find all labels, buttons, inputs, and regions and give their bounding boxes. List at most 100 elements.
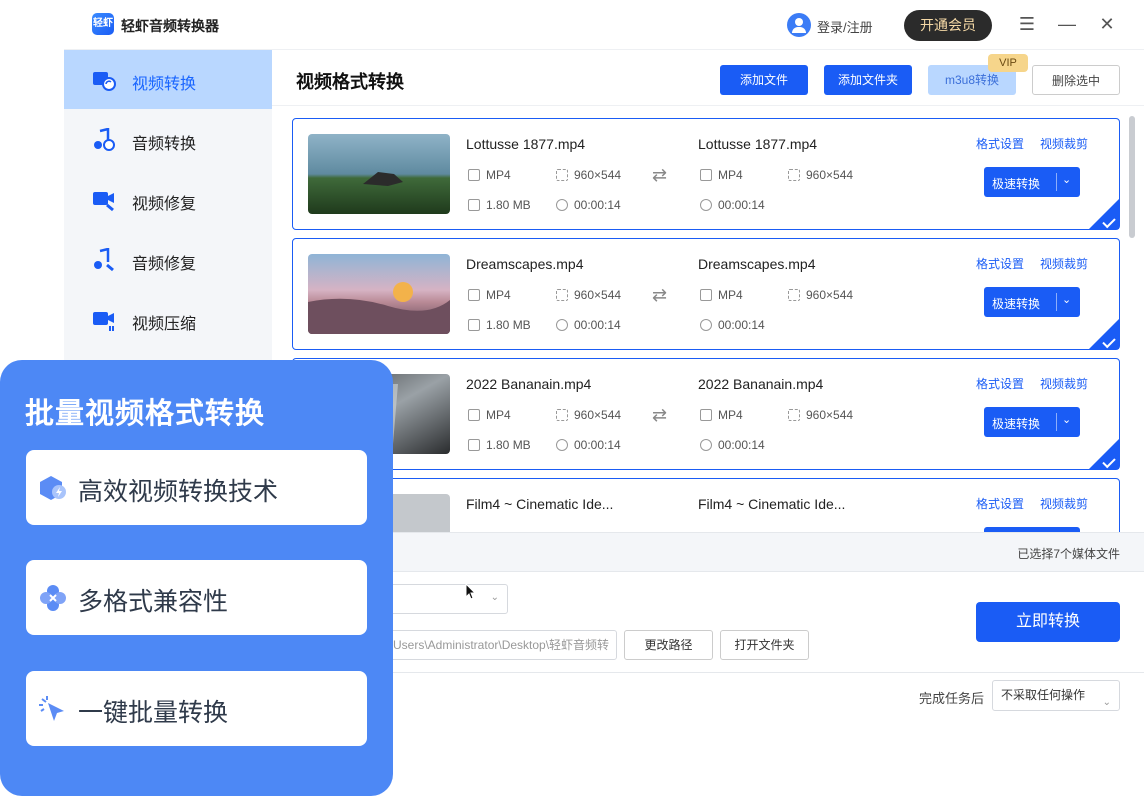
chevron-down-icon: ⌄ bbox=[490, 592, 499, 603]
source-file-name: 2022 Bananain.mp4 bbox=[466, 376, 592, 392]
file-card[interactable]: Dreamscapes.mp4 MP4 960×544 1.80 MB 00:0… bbox=[292, 238, 1120, 350]
divider bbox=[272, 672, 1144, 673]
audio-repair-icon bbox=[94, 248, 114, 272]
format-settings-link[interactable]: 格式设置 bbox=[976, 255, 1024, 272]
output-resolution: 960×544 bbox=[788, 408, 853, 422]
source-file-name: Lottusse 1877.mp4 bbox=[466, 136, 586, 152]
video-convert-icon bbox=[93, 72, 116, 91]
minimize-icon[interactable]: — bbox=[1057, 14, 1077, 34]
app-logo-icon: 轻虾 bbox=[92, 13, 114, 35]
output-path-field[interactable]: Users\Administrator\Desktop\轻虾音频转 bbox=[380, 630, 617, 660]
file-card[interactable]: 2022 Bananain.mp4 MP4 960×544 1.80 MB 00… bbox=[292, 358, 1120, 470]
app-name: 轻虾音频转换器 bbox=[121, 18, 219, 34]
output-duration: 00:00:14 bbox=[700, 318, 765, 332]
feature-card: 多格式兼容性 bbox=[26, 560, 367, 635]
after-task-label: 完成任务后 bbox=[919, 691, 985, 706]
sidebar-item-video-compress[interactable]: 视频压缩 bbox=[64, 290, 272, 349]
output-file-name: Dreamscapes.mp4 bbox=[698, 256, 816, 272]
change-path-button[interactable]: 更改路径 bbox=[624, 630, 713, 660]
file-card[interactable]: Lottusse 1877.mp4 MP4 960×544 1.80 MB 00… bbox=[292, 118, 1120, 230]
chevron-down-icon: ⌄ bbox=[1062, 294, 1072, 306]
list-scrollbar[interactable] bbox=[1129, 116, 1135, 238]
sidebar-item-label: 视频修复 bbox=[132, 196, 197, 213]
after-task-select[interactable]: 不采取任何操作 ⌄ bbox=[992, 680, 1120, 711]
page-title: 视频格式转换 bbox=[296, 72, 404, 92]
sidebar-item-audio-repair[interactable]: 音频修复 bbox=[64, 230, 272, 289]
source-format: MP4 bbox=[468, 168, 511, 182]
mouse-cursor-icon bbox=[465, 583, 477, 600]
sidebar-item-audio-convert[interactable]: 音频转换 bbox=[64, 110, 272, 169]
feature-label: 高效视频转换技术 bbox=[78, 478, 279, 506]
output-resolution: 960×544 bbox=[788, 168, 853, 182]
sidebar-item-video-repair[interactable]: 视频修复 bbox=[64, 170, 272, 229]
vip-badge: VIP bbox=[988, 54, 1028, 72]
clover-icon bbox=[40, 585, 66, 611]
feature-card: 高效视频转换技术 bbox=[26, 450, 367, 525]
close-icon[interactable]: ✕ bbox=[1097, 14, 1117, 34]
format-settings-link[interactable]: 格式设置 bbox=[976, 375, 1024, 392]
add-file-button[interactable]: 添加文件 bbox=[720, 65, 808, 95]
source-file-name: Dreamscapes.mp4 bbox=[466, 256, 584, 272]
hexagon-lightning-icon bbox=[40, 476, 66, 500]
source-resolution: 960×544 bbox=[556, 408, 621, 422]
output-format-select[interactable]: ⌄ bbox=[380, 584, 508, 614]
login-link[interactable]: 登录/注册 bbox=[817, 17, 873, 36]
delete-selected-button[interactable]: 删除选中 bbox=[1032, 65, 1120, 95]
output-format: MP4 bbox=[700, 288, 743, 302]
file-list: Lottusse 1877.mp4 MP4 960×544 1.80 MB 00… bbox=[272, 106, 1144, 532]
source-format: MP4 bbox=[468, 288, 511, 302]
sidebar-item-label: 音频转换 bbox=[132, 136, 197, 153]
source-duration: 00:00:14 bbox=[556, 438, 621, 452]
video-thumbnail bbox=[308, 134, 450, 214]
sidebar-item-label: 音频修复 bbox=[132, 256, 197, 273]
fast-convert-button[interactable]: 极速转换 ⌄ bbox=[984, 167, 1080, 197]
feature-label: 多格式兼容性 bbox=[78, 588, 229, 616]
convert-now-button[interactable]: 立即转换 bbox=[976, 602, 1120, 642]
source-duration: 00:00:14 bbox=[556, 318, 621, 332]
source-format: MP4 bbox=[468, 408, 511, 422]
click-cursor-icon bbox=[39, 696, 64, 721]
fast-convert-button[interactable]: 极速转换 ⌄ bbox=[984, 287, 1080, 317]
format-settings-link[interactable]: 格式设置 bbox=[976, 495, 1024, 512]
menu-icon[interactable]: ☰ bbox=[1017, 14, 1037, 34]
output-file-name: Lottusse 1877.mp4 bbox=[698, 136, 818, 152]
selected-count-text: 已选择7个媒体文件 bbox=[1017, 547, 1120, 561]
output-format: MP4 bbox=[700, 168, 743, 182]
output-format: MP4 bbox=[700, 408, 743, 422]
video-crop-link[interactable]: 视频裁剪 bbox=[1040, 495, 1088, 512]
video-crop-link[interactable]: 视频裁剪 bbox=[1040, 135, 1088, 152]
source-resolution: 960×544 bbox=[556, 168, 621, 182]
sidebar-item-label: 视频压缩 bbox=[132, 316, 197, 333]
fast-convert-button[interactable]: 极速转换 ⌄ bbox=[984, 407, 1080, 437]
chevron-down-icon: ⌄ bbox=[1062, 174, 1072, 186]
source-resolution: 960×544 bbox=[556, 288, 621, 302]
source-size: 1.80 MB bbox=[468, 438, 531, 452]
add-folder-button[interactable]: 添加文件夹 bbox=[824, 65, 912, 95]
shuffle-icon: ⇄ bbox=[652, 285, 668, 305]
title-bar: 轻虾 轻虾音频转换器 登录/注册 开通会员 ☰ — ✕ bbox=[64, 0, 1144, 50]
source-duration: 00:00:14 bbox=[556, 198, 621, 212]
output-file-name: 2022 Bananain.mp4 bbox=[698, 376, 824, 392]
chevron-down-icon: ⌄ bbox=[1062, 414, 1072, 426]
sidebar-item-video-convert[interactable]: 视频转换 bbox=[64, 50, 272, 109]
video-crop-link[interactable]: 视频裁剪 bbox=[1040, 375, 1088, 392]
output-file-name: Film4 ~ Cinematic Ide... bbox=[698, 496, 846, 512]
promo-panel: 批量视频格式转换 高效视频转换技术 多格式兼容性 一键批量转换 bbox=[0, 360, 393, 796]
status-bar: 已选择7个媒体文件 bbox=[272, 532, 1144, 572]
format-settings-link[interactable]: 格式设置 bbox=[976, 135, 1024, 152]
source-file-name: Film4 ~ Cinematic Ide... bbox=[466, 496, 614, 512]
promo-title: 批量视频格式转换 bbox=[25, 398, 266, 430]
open-vip-button[interactable]: 开通会员 bbox=[904, 10, 992, 41]
audio-convert-icon bbox=[94, 128, 115, 151]
source-size: 1.80 MB bbox=[468, 198, 531, 212]
user-avatar-icon[interactable] bbox=[787, 13, 811, 37]
feature-card: 一键批量转换 bbox=[26, 671, 367, 746]
feature-label: 一键批量转换 bbox=[78, 699, 229, 727]
video-crop-link[interactable]: 视频裁剪 bbox=[1040, 255, 1088, 272]
open-folder-button[interactable]: 打开文件夹 bbox=[720, 630, 809, 660]
file-card[interactable]: Film4 ~ Cinematic Ide... Film4 ~ Cinemat… bbox=[292, 478, 1120, 532]
video-thumbnail bbox=[308, 254, 450, 334]
output-duration: 00:00:14 bbox=[700, 438, 765, 452]
video-repair-icon bbox=[93, 192, 114, 212]
app-window: 轻虾 轻虾音频转换器 登录/注册 开通会员 ☰ — ✕ 视频转换 音频转换 视频… bbox=[0, 0, 1144, 796]
